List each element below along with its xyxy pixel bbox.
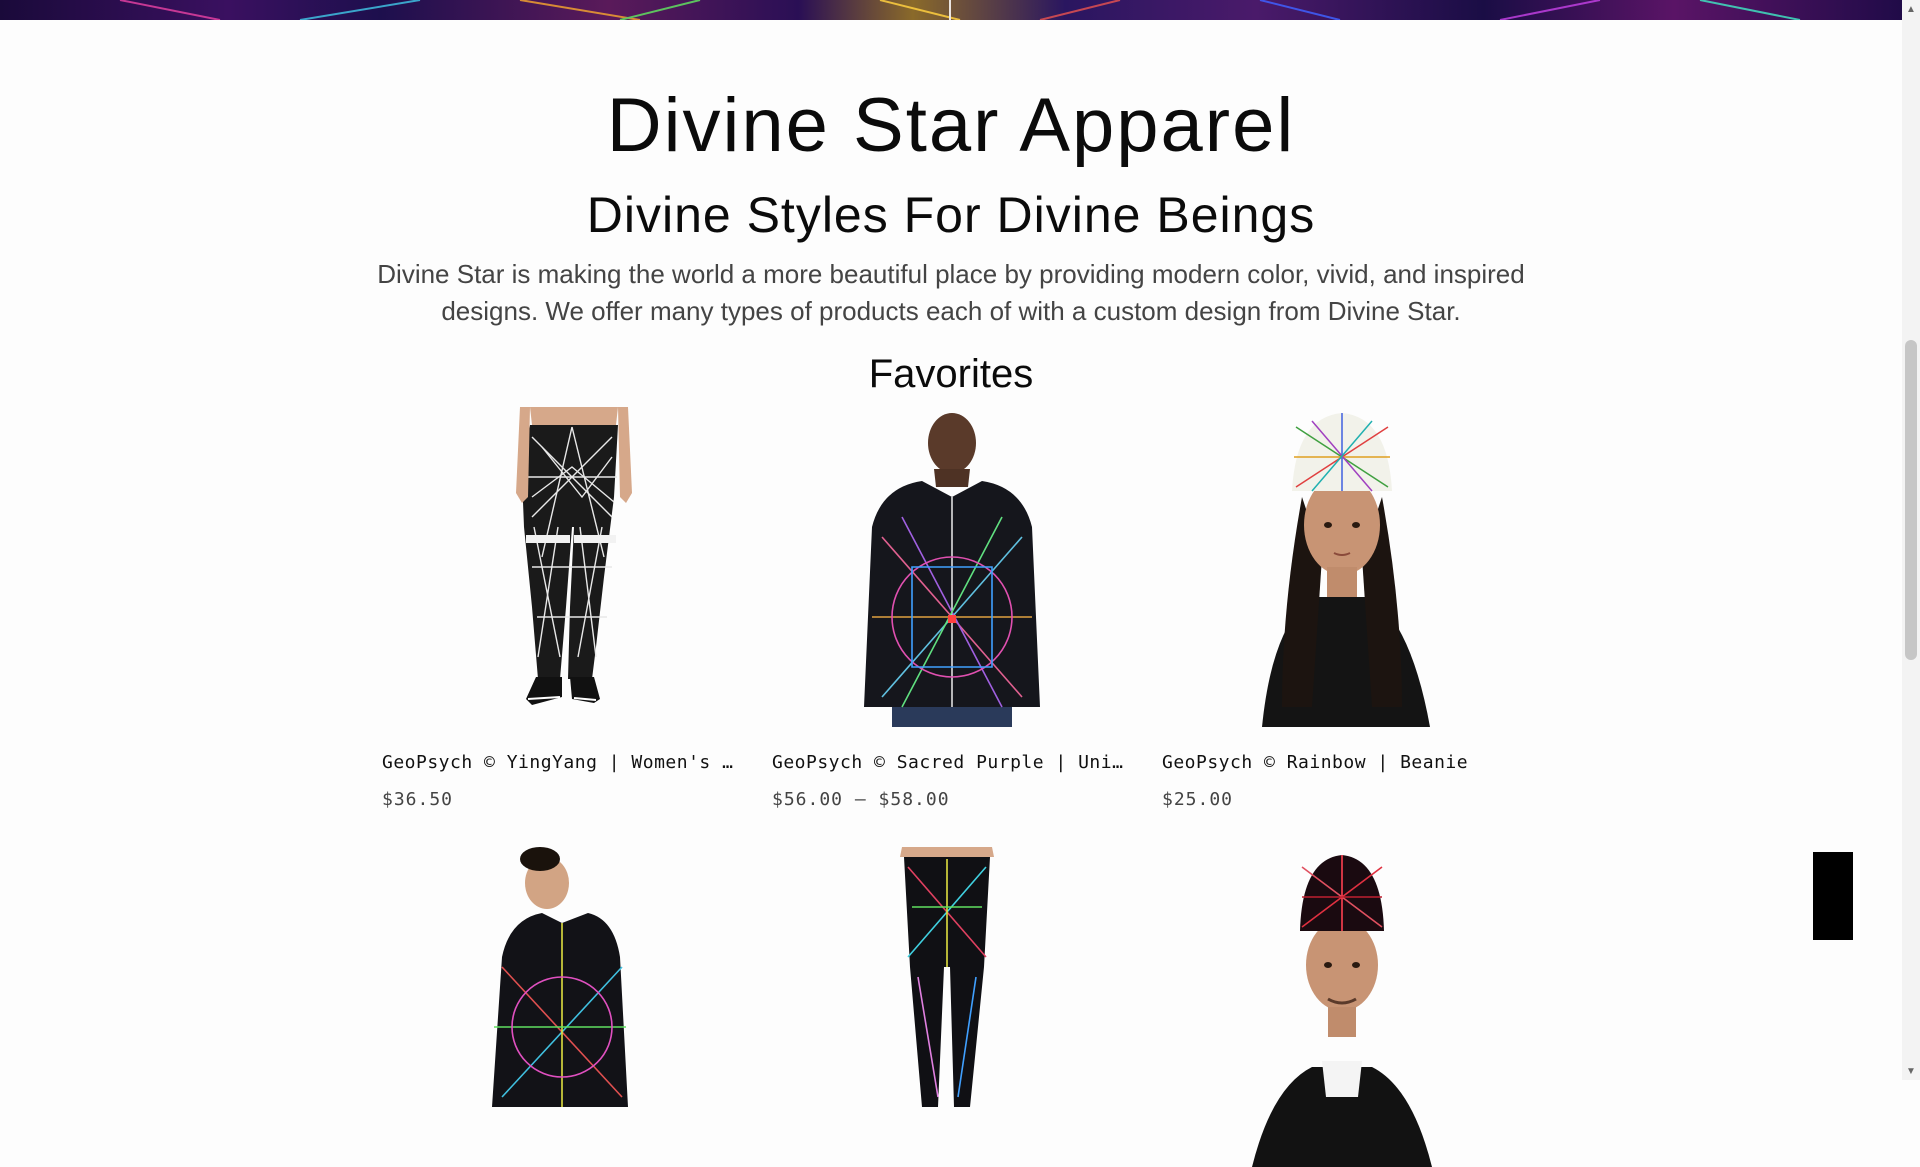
product-name[interactable]: GeoPsych © Sacred Purple | Unisex ...	[772, 752, 1134, 773]
product-name[interactable]: GeoPsych © Rainbow | Beanie	[1162, 752, 1524, 773]
product-price: $36.50	[382, 789, 454, 810]
product-price: $56.00 – $58.00	[772, 789, 950, 810]
favorites-heading: Favorites	[868, 352, 1034, 396]
page-scrollbar[interactable]: ▲ ▼	[1902, 0, 1920, 1080]
product-image-hoodie[interactable]	[772, 407, 1132, 727]
scrollbar-thumb[interactable]	[1905, 340, 1917, 660]
product-image-red-beanie[interactable]	[1162, 847, 1522, 1167]
page-tagline: Divine Styles For Divine Beings	[586, 187, 1316, 243]
product-image-rainbow-leggings[interactable]	[772, 847, 1132, 1167]
product-image-leggings[interactable]	[382, 407, 742, 727]
scroll-up-icon[interactable]: ▲	[1902, 0, 1920, 18]
page-title: Divine Star Apparel	[606, 83, 1296, 168]
main-content: Divine Star Apparel Divine Styles For Di…	[0, 20, 1902, 1167]
hero-banner-strip	[0, 0, 1902, 20]
psychedelic-pattern	[119, 0, 1801, 20]
product-price: $25.00	[1162, 789, 1234, 810]
scroll-down-icon[interactable]: ▼	[1902, 1062, 1920, 1080]
intro-paragraph: Divine Star is making the world a more b…	[377, 259, 1525, 326]
product-image-beanie[interactable]	[1162, 407, 1522, 727]
product-name[interactable]: GeoPsych © YingYang | Women's Leg...	[382, 752, 744, 773]
product-image-rainbow-hoodie[interactable]	[382, 847, 742, 1167]
floating-action-button[interactable]	[1813, 852, 1853, 940]
